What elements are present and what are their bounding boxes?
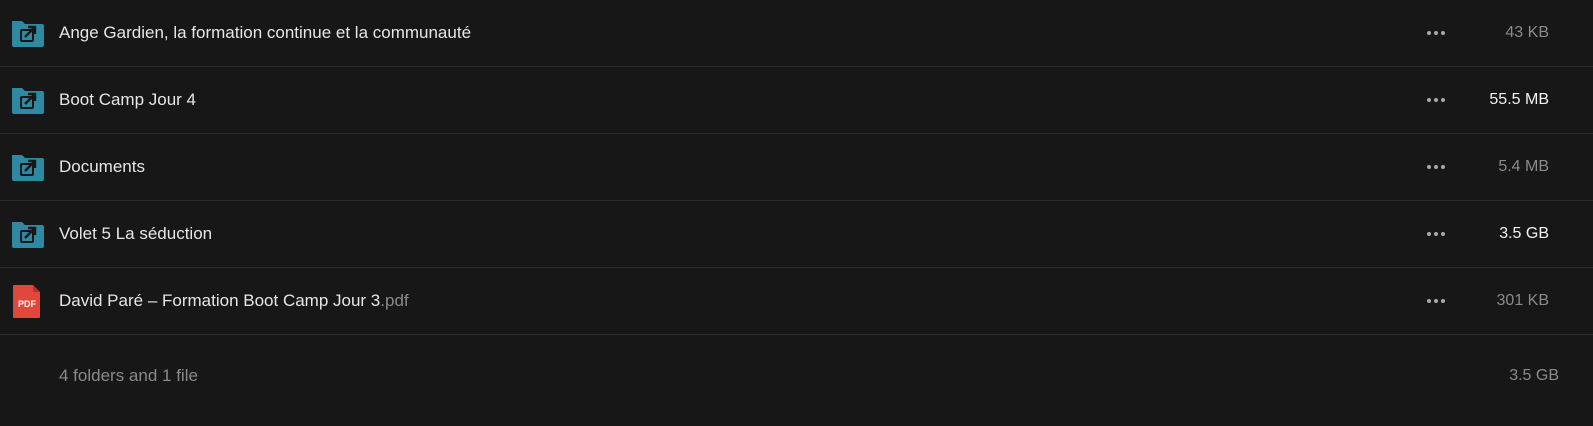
more-options-icon[interactable] xyxy=(1422,291,1450,311)
file-name[interactable]: Documents xyxy=(59,157,145,177)
file-name-text: Ange Gardien, la formation continue et l… xyxy=(59,23,472,42)
file-row[interactable]: PDF David Paré – Formation Boot Camp Jou… xyxy=(0,268,1593,335)
file-extension: .pdf xyxy=(380,291,409,310)
item-count-summary: 4 folders and 1 file xyxy=(59,366,198,385)
more-options-icon[interactable] xyxy=(1422,157,1450,177)
file-size: 43 KB xyxy=(1505,24,1549,41)
more-options-icon[interactable] xyxy=(1422,224,1450,244)
file-name-text: David Paré – Formation Boot Camp Jour 3 xyxy=(59,291,381,310)
svg-text:PDF: PDF xyxy=(18,299,37,309)
file-list: Ange Gardien, la formation continue et l… xyxy=(0,0,1593,426)
file-name[interactable]: Boot Camp Jour 4 xyxy=(59,90,196,110)
more-options-icon[interactable] xyxy=(1422,90,1450,110)
shared-folder-icon xyxy=(10,85,44,115)
shared-folder-icon xyxy=(10,219,44,249)
file-name-text: Boot Camp Jour 4 xyxy=(59,90,197,109)
file-name[interactable]: Ange Gardien, la formation continue et l… xyxy=(59,23,471,43)
total-size: 3.5 GB xyxy=(1509,367,1559,384)
shared-folder-icon xyxy=(10,152,44,182)
pdf-file-icon: PDF xyxy=(10,285,44,318)
file-row[interactable]: Documents 5.4 MB xyxy=(0,134,1593,201)
file-size: 301 KB xyxy=(1496,292,1549,309)
file-row[interactable]: Ange Gardien, la formation continue et l… xyxy=(0,0,1593,67)
file-name[interactable]: David Paré – Formation Boot Camp Jour 3.… xyxy=(59,291,409,311)
file-name[interactable]: Volet 5 La séduction xyxy=(59,224,212,244)
file-name-text: Volet 5 La séduction xyxy=(59,224,213,243)
file-row[interactable]: Boot Camp Jour 4 55.5 MB xyxy=(0,67,1593,134)
file-name-text: Documents xyxy=(59,157,145,176)
file-row[interactable]: Volet 5 La séduction 3.5 GB xyxy=(0,201,1593,268)
file-size: 3.5 GB xyxy=(1499,225,1549,242)
file-size: 55.5 MB xyxy=(1489,91,1549,108)
shared-folder-icon xyxy=(10,18,44,48)
list-footer: 4 folders and 1 file 3.5 GB xyxy=(0,335,1593,420)
more-options-icon[interactable] xyxy=(1422,23,1450,43)
file-size: 5.4 MB xyxy=(1498,158,1549,175)
